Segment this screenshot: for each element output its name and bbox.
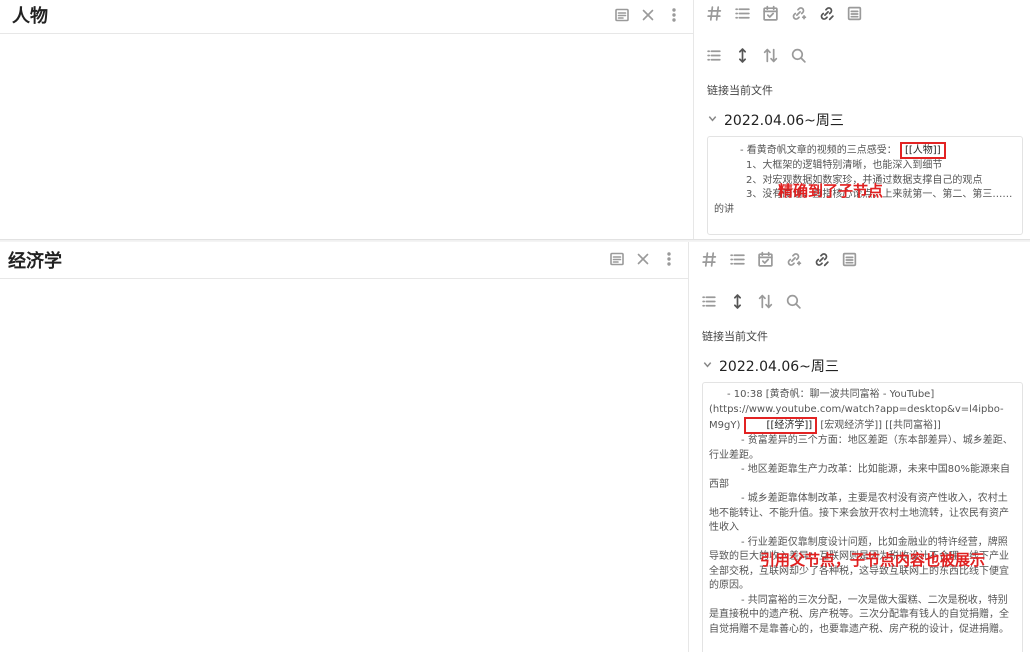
list-item: - 贫富差异的三个方面：地区差距（东本部差异）、城乡差距、行业差距。 (709, 435, 1013, 461)
note-title: 人物 (12, 6, 48, 27)
reading-view-icon[interactable] (613, 6, 631, 24)
file-list-icon[interactable] (844, 3, 864, 23)
tag-icon[interactable] (704, 3, 724, 23)
note-pane-top: 人物 链接当前文件 2022.04.06~周三 - 看黄奇帆文章的视频的三点感受… (0, 0, 1030, 241)
more-options-icon[interactable] (660, 250, 678, 268)
outgoing-links-icon[interactable] (811, 249, 831, 269)
note-header: 经济学 (0, 242, 688, 279)
sidebar-tabs (704, 3, 864, 23)
calendar-icon[interactable] (755, 249, 775, 269)
note-body[interactable] (0, 34, 693, 241)
backlink-group-header[interactable]: 2022.04.06~周三 (702, 356, 839, 376)
internal-link[interactable]: [[人物]] (899, 142, 946, 159)
sidebar-tools (699, 291, 803, 311)
sidebar-tabs (699, 249, 859, 269)
annotation-label: 精确到了子节点 (778, 182, 884, 200)
tag-icon[interactable] (699, 249, 719, 269)
outline-icon[interactable] (732, 3, 752, 23)
outline-icon[interactable] (727, 249, 747, 269)
backlink-date[interactable]: 2022.04.06~周三 (724, 110, 844, 130)
list-item: - 看黄奇帆文章的视频的三点感受： [[人物]] (714, 142, 1016, 159)
list-item: - 城乡差距靠体制改革，主要是农村没有资产性收入，农村土地不能转让、不能升值。接… (709, 493, 1009, 533)
chevron-down-icon[interactable] (707, 112, 718, 128)
sidebar-tools (704, 45, 808, 65)
close-icon[interactable] (634, 250, 652, 268)
note-header: 人物 (0, 0, 693, 34)
list-item: - 地区差距靠生产力改革：比如能源，未来中国80%能源来自西部 (709, 464, 1011, 490)
list-item: - 10:38 [黄奇帆：聊一波共同富裕 - YouTube](https://… (709, 388, 1016, 434)
outgoing-links-icon[interactable] (816, 3, 836, 23)
section-label: 链接当前文件 (707, 84, 773, 97)
calendar-icon[interactable] (760, 3, 780, 23)
note-body[interactable] (0, 279, 688, 652)
collapse-list-icon[interactable] (704, 45, 724, 65)
backlink-date[interactable]: 2022.04.06~周三 (719, 356, 839, 376)
search-icon[interactable] (783, 291, 803, 311)
backlink-card[interactable]: - 10:38 [黄奇帆：聊一波共同富裕 - YouTube](https://… (702, 382, 1023, 652)
file-list-icon[interactable] (839, 249, 859, 269)
annotation-label: 引用父节点，子节点内容也被展示 (760, 551, 986, 569)
collapse-list-icon[interactable] (699, 291, 719, 311)
expand-icon[interactable] (727, 291, 747, 311)
backlinks-icon[interactable] (783, 249, 803, 269)
close-icon[interactable] (639, 6, 657, 24)
sort-icon[interactable] (755, 291, 775, 311)
backlink-group-header[interactable]: 2022.04.06~周三 (707, 110, 844, 130)
note-pane-bottom: 经济学 链接当前文件 2022.04.06~周三 - 10:38 [黄奇帆：聊一… (0, 242, 1030, 652)
note-title: 经济学 (8, 251, 62, 272)
right-sidebar: 链接当前文件 2022.04.06~周三 - 看黄奇帆文章的视频的三点感受： [… (693, 0, 1030, 241)
section-label: 链接当前文件 (702, 330, 768, 343)
sort-icon[interactable] (760, 45, 780, 65)
internal-link[interactable]: [[经济学]] (743, 417, 818, 434)
more-options-icon[interactable] (665, 6, 683, 24)
list-item: 1、大框架的逻辑特别清晰，也能深入到细节 (746, 160, 943, 171)
right-sidebar: 链接当前文件 2022.04.06~周三 - 10:38 [黄奇帆：聊一波共同富… (688, 242, 1030, 652)
header-actions (613, 6, 683, 24)
reading-view-icon[interactable] (608, 250, 626, 268)
list-item: - 共同富裕的三次分配，一次是做大蛋糕、二次是税收，特别是直接税中的遗产税、房产… (709, 594, 1009, 635)
expand-icon[interactable] (732, 45, 752, 65)
chevron-down-icon[interactable] (702, 358, 713, 374)
search-icon[interactable] (788, 45, 808, 65)
backlinks-icon[interactable] (788, 3, 808, 23)
header-actions (608, 250, 678, 268)
